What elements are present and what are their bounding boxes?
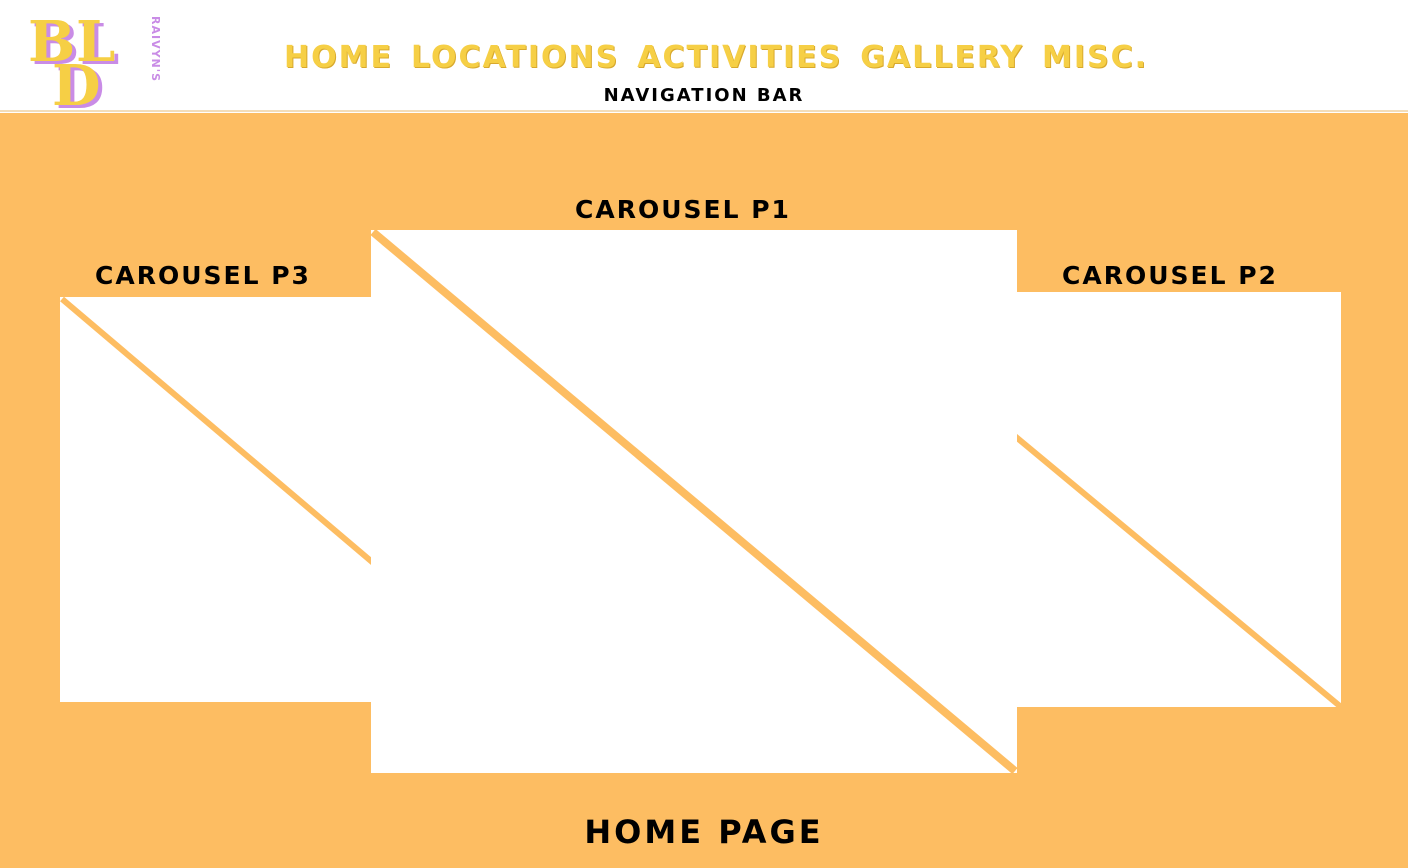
image-placeholder-icon — [1010, 429, 1341, 707]
nav-link-home[interactable]: HOME — [284, 40, 393, 75]
image-placeholder-icon — [371, 230, 1017, 773]
carousel-p1-panel[interactable] — [371, 230, 1017, 773]
carousel-p2-title: CAROUSEL P2 — [1062, 261, 1278, 290]
nav-link-activities[interactable]: ACTIVITIES — [637, 40, 842, 75]
carousel-p1-title: CAROUSEL P1 — [575, 195, 791, 224]
carousel-p3-panel[interactable] — [60, 297, 380, 702]
nav-links: HOME LOCATIONS ACTIVITIES GALLERY MISC. — [284, 40, 1148, 75]
home-page-label: HOME PAGE — [584, 813, 824, 851]
carousel-p3-title: CAROUSEL P3 — [95, 261, 311, 290]
header: B L D RAIVYN'S HOME LOCATIONS ACTIVITIES… — [0, 0, 1408, 114]
logo-script-text: RAIVYN'S — [149, 16, 162, 83]
nav-link-misc[interactable]: MISC. — [1042, 40, 1148, 75]
nav-link-gallery[interactable]: GALLERY — [860, 40, 1024, 75]
main-area: CAROUSEL P3 CAROUSEL P2 CAROUSEL P1 HOME… — [0, 113, 1408, 868]
image-placeholder-icon — [60, 297, 380, 570]
nav-link-locations[interactable]: LOCATIONS — [411, 40, 619, 75]
nav-caption: NAVIGATION BAR — [603, 85, 805, 106]
page: B L D RAIVYN'S HOME LOCATIONS ACTIVITIES… — [0, 0, 1408, 868]
carousel-p2-panel[interactable] — [1010, 292, 1341, 707]
